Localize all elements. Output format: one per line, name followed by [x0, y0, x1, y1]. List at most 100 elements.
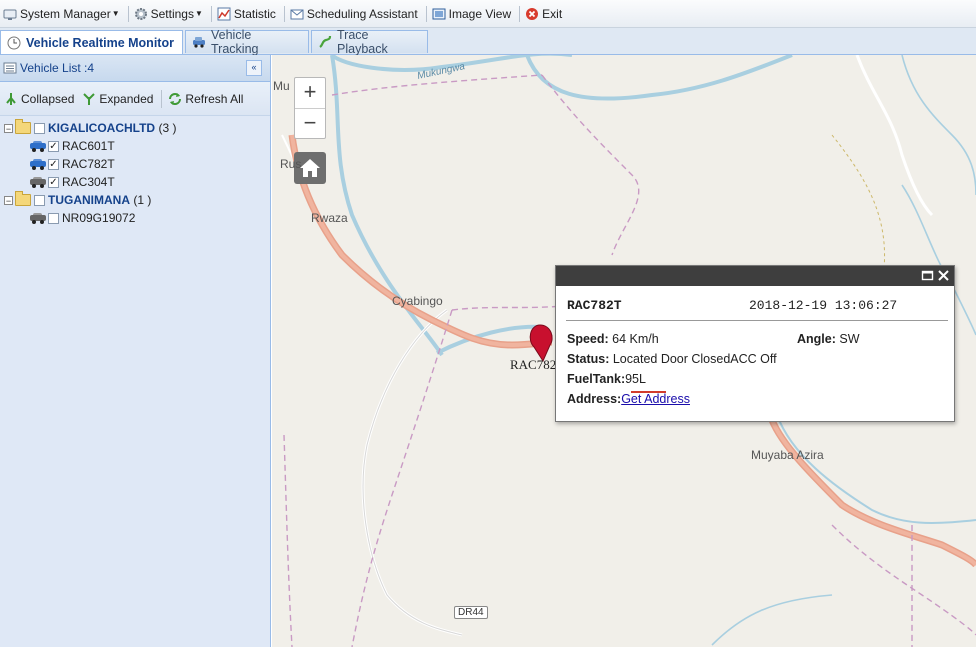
zoom-out-button[interactable]: − [295, 109, 325, 139]
vehicle-info-popup: RAC782T 2018-12-19 13:06:27 Speed: 64 Km… [555, 265, 955, 422]
car-icon [30, 177, 46, 188]
angle-label: Angle: [797, 332, 836, 346]
vehicle-tree: − KIGALICOACHLTD (3 ) ✓ RAC601T ✓ RAC782… [0, 116, 270, 227]
menu-system-manager[interactable]: System Manager ▼ [0, 0, 126, 27]
vehicle-list-panel: Vehicle List :4 « Collapsed Expanded Ref… [0, 55, 271, 647]
expanded-button[interactable]: Expanded [82, 92, 153, 106]
close-button[interactable] [937, 269, 950, 282]
get-address-link[interactable]: Get Address [621, 392, 690, 406]
speed-value: 64 Km/h [612, 332, 659, 346]
angle-row: Angle: SW [797, 332, 860, 346]
car-icon [30, 213, 46, 224]
group-checkbox[interactable] [34, 194, 45, 206]
popup-plate: RAC782T [567, 298, 622, 313]
menu-divider [519, 5, 521, 22]
map-place-label: Rus [280, 157, 302, 171]
menu-divider [283, 5, 285, 22]
car-icon [30, 141, 46, 152]
tab-vehicle-tracking[interactable]: Vehicle Tracking [185, 28, 309, 56]
collapsed-label: Collapsed [21, 91, 75, 106]
chevron-down-icon: ▼ [194, 9, 203, 18]
vehicle-checkbox[interactable] [48, 212, 59, 224]
folder-icon [15, 119, 31, 134]
fuel-value: 95L [625, 372, 646, 386]
chart-icon [217, 7, 231, 21]
map-place-label: Cyabingo [392, 294, 443, 308]
collapse-panel-button[interactable]: « [246, 60, 262, 76]
status-row: Status: Located Door ClosedACC Off [567, 352, 777, 366]
menu-settings-label: Settings [150, 6, 194, 21]
fuel-row: FuelTank:95L [567, 372, 646, 386]
marker-label: RAC782 [510, 357, 557, 372]
tree-vehicle-row[interactable]: ✓ RAC601T [0, 137, 270, 155]
menu-scheduling-assistant-label: Scheduling Assistant [306, 6, 418, 21]
system-manager-icon [3, 7, 17, 21]
refresh-all-label: Refresh All [185, 91, 244, 106]
vehicle-plate: NR09G19072 [62, 211, 136, 225]
popup-timestamp: 2018-12-19 13:06:27 [749, 298, 898, 313]
angle-value: SW [839, 332, 860, 346]
menu-statistic[interactable]: Statistic [214, 0, 282, 27]
tab-label: Vehicle Tracking [211, 28, 259, 56]
exit-icon [525, 7, 539, 21]
speed-row: Speed: 64 Km/h [567, 332, 659, 346]
menu-image-view[interactable]: Image View [429, 0, 517, 27]
zoom-control: + − [294, 77, 326, 139]
tab-label: Vehicle Realtime Monitor [26, 35, 174, 50]
vehicle-list-title: Vehicle List :4 [20, 61, 95, 75]
vehicle-plate: RAC601T [62, 139, 115, 153]
tree-vehicle-row[interactable]: ✓ RAC782T [0, 155, 270, 173]
map-marker-icon[interactable] [529, 324, 553, 363]
collapse-toggle[interactable]: − [4, 123, 13, 133]
collapse-toggle[interactable]: − [4, 195, 13, 205]
close-icon [937, 270, 950, 285]
car-icon [30, 159, 46, 170]
menu-exit-label: Exit [542, 6, 563, 21]
group-name[interactable]: TUGANIMANA [48, 193, 130, 207]
status-value: Located Door ClosedACC Off [612, 352, 777, 366]
tab-vehicle-realtime-monitor[interactable]: Vehicle Realtime Monitor [0, 30, 183, 54]
vehicle-checkbox[interactable]: ✓ [48, 176, 59, 188]
speed-label: Speed: [567, 332, 609, 346]
tree-group-row: − KIGALICOACHLTD (3 ) [0, 119, 270, 137]
map-place-label: Mu [273, 79, 290, 93]
double-chevron-left-icon: « [251, 62, 257, 72]
tab-bar: Vehicle Realtime Monitor Vehicle Trackin… [0, 28, 976, 56]
envelope-icon [290, 7, 304, 21]
vehicle-checkbox[interactable]: ✓ [48, 140, 59, 152]
tab-trace-playback[interactable]: Trace Playback [311, 28, 428, 56]
refresh-icon [168, 92, 182, 106]
menu-settings[interactable]: Settings ▼ [131, 0, 209, 27]
refresh-all-button[interactable]: Refresh All [168, 92, 243, 106]
menu-exit[interactable]: Exit [522, 0, 568, 27]
chevron-down-icon: ▼ [111, 9, 120, 18]
list-icon [3, 61, 17, 75]
vehicle-checkbox[interactable]: ✓ [48, 158, 59, 170]
playback-icon [318, 35, 332, 49]
toolbar-divider [161, 89, 163, 108]
menu-divider [210, 5, 212, 22]
tree-vehicle-row[interactable]: NR09G19072 [0, 209, 270, 227]
tree-vehicle-row[interactable]: ✓ RAC304T [0, 173, 270, 191]
menu-image-view-label: Image View [448, 6, 512, 21]
gear-icon [134, 7, 148, 21]
expand-tree-icon [82, 92, 96, 106]
top-menubar: System Manager ▼ Settings ▼ Statistic Sche… [0, 0, 976, 28]
zoom-in-button[interactable]: + [295, 78, 325, 109]
popup-divider [566, 320, 948, 321]
tab-label: Trace Playback [337, 28, 388, 56]
maximize-icon [921, 270, 934, 285]
menu-scheduling-assistant[interactable]: Scheduling Assistant [287, 0, 424, 27]
map-place-label: Rwaza [311, 211, 348, 225]
collapsed-button[interactable]: Collapsed [4, 92, 74, 106]
group-name[interactable]: KIGALICOACHLTD [48, 121, 155, 135]
group-checkbox[interactable] [34, 122, 45, 134]
expanded-label: Expanded [99, 91, 154, 106]
maximize-button[interactable] [921, 269, 934, 282]
tree-group-row: − TUGANIMANA (1 ) [0, 191, 270, 209]
vehicle-plate: RAC782T [62, 157, 115, 171]
popup-titlebar [556, 266, 954, 286]
fuel-label: FuelTank: [567, 372, 626, 386]
menu-system-manager-label: System Manager [20, 6, 111, 21]
group-count: (3 ) [158, 121, 177, 135]
